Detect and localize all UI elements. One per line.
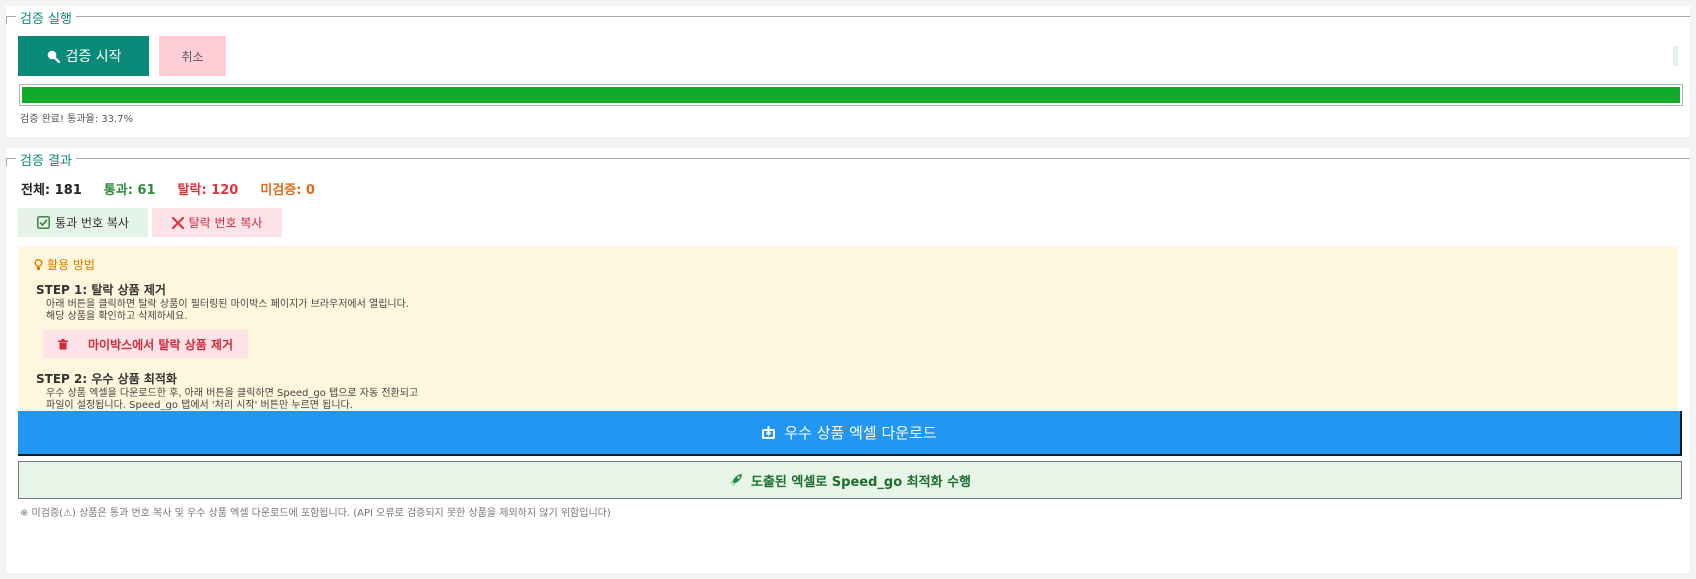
speedgo-optimize-label: 도출된 엑셀로 Speed_go 최적화 수행 <box>750 474 971 490</box>
download-excel-button[interactable]: 우수 상품 엑셀 다운로드 <box>18 411 1682 456</box>
copy-fail-label: 탈락 번호 복사 <box>188 216 263 230</box>
copy-pass-label: 통과 번호 복사 <box>55 216 129 230</box>
cancel-button[interactable]: 취소 <box>159 36 226 76</box>
copy-fail-numbers-button[interactable]: 탈락 번호 복사 <box>152 208 282 237</box>
guide-title-text: 활용 방법 <box>47 258 95 272</box>
result-stats: 전체: 181 통과: 61 탈락: 120 미검증: 0 <box>21 179 337 198</box>
download-excel-label: 우수 상품 엑셀 다운로드 <box>784 424 937 442</box>
remove-failed-products-button[interactable]: 마이박스에서 탈락 상품 제거 <box>43 330 248 358</box>
step1-line2: 해당 상품을 확인하고 삭제하세요. <box>46 311 188 322</box>
stat-unverified: 미검증: 0 <box>260 183 315 198</box>
start-validation-button[interactable]: 검증 시작 <box>18 36 149 76</box>
stat-pass: 통과: 61 <box>103 183 156 198</box>
legend-corner <box>6 16 7 24</box>
progress-bar <box>19 84 1683 106</box>
download-icon <box>761 425 776 440</box>
step2-description: 우수 상품 엑셀을 다운로드한 후, 아래 버튼을 클릭하면 Speed_go … <box>46 388 418 412</box>
stat-total: 전체: 181 <box>21 183 82 198</box>
trash-icon <box>57 338 68 350</box>
copy-pass-numbers-button[interactable]: 통과 번호 복사 <box>18 208 148 237</box>
run-section-legend: 검증 실행 <box>16 8 76 27</box>
validation-result-panel: 검증 결과 전체: 181 통과: 61 탈락: 120 미검증: 0 통과 번… <box>6 148 1690 573</box>
scroll-indicator <box>1673 46 1678 66</box>
status-text: 검증 완료! 통과율: 33.7% <box>20 114 134 125</box>
usage-guide-box: 활용 방법 STEP 1: 탈락 상품 제거 아래 버튼을 클릭하면 탈락 상품… <box>18 246 1678 425</box>
checkbox-icon <box>37 216 50 229</box>
stat-fail: 탈락: 120 <box>177 183 239 198</box>
result-section-legend: 검증 결과 <box>16 150 76 169</box>
lightbulb-icon <box>34 258 43 271</box>
footnote: ※ 미검증(⚠) 상품은 통과 번호 복사 및 우수 상품 엑셀 다운로드에 포… <box>20 508 611 519</box>
speedgo-optimize-button[interactable]: 도출된 엑셀로 Speed_go 최적화 수행 <box>18 461 1682 499</box>
x-icon <box>171 216 184 229</box>
rocket-icon <box>729 473 743 487</box>
step1-line1: 아래 버튼을 클릭하면 탈락 상품이 필터링된 마이박스 페이지가 브라우저에서… <box>46 299 409 310</box>
step1-title: STEP 1: 탈락 상품 제거 <box>36 283 166 297</box>
step2-title: STEP 2: 우수 상품 최적화 <box>36 372 177 386</box>
legend-corner <box>6 158 7 166</box>
step2-line1: 우수 상품 엑셀을 다운로드한 후, 아래 버튼을 클릭하면 Speed_go … <box>46 388 419 399</box>
step1-description: 아래 버튼을 클릭하면 탈락 상품이 필터링된 마이박스 페이지가 브라우저에서… <box>46 299 409 323</box>
progress-fill <box>22 87 1680 103</box>
magnifier-icon <box>46 49 60 63</box>
remove-failed-label: 마이박스에서 탈락 상품 제거 <box>87 337 233 352</box>
start-validation-label: 검증 시작 <box>65 49 122 65</box>
legend-divider <box>6 16 1690 17</box>
legend-divider <box>6 158 1690 159</box>
guide-title: 활용 방법 <box>34 256 95 273</box>
validation-run-panel: 검증 실행 검증 시작 취소 검증 완료! 통과율: 33.7% <box>6 6 1690 137</box>
